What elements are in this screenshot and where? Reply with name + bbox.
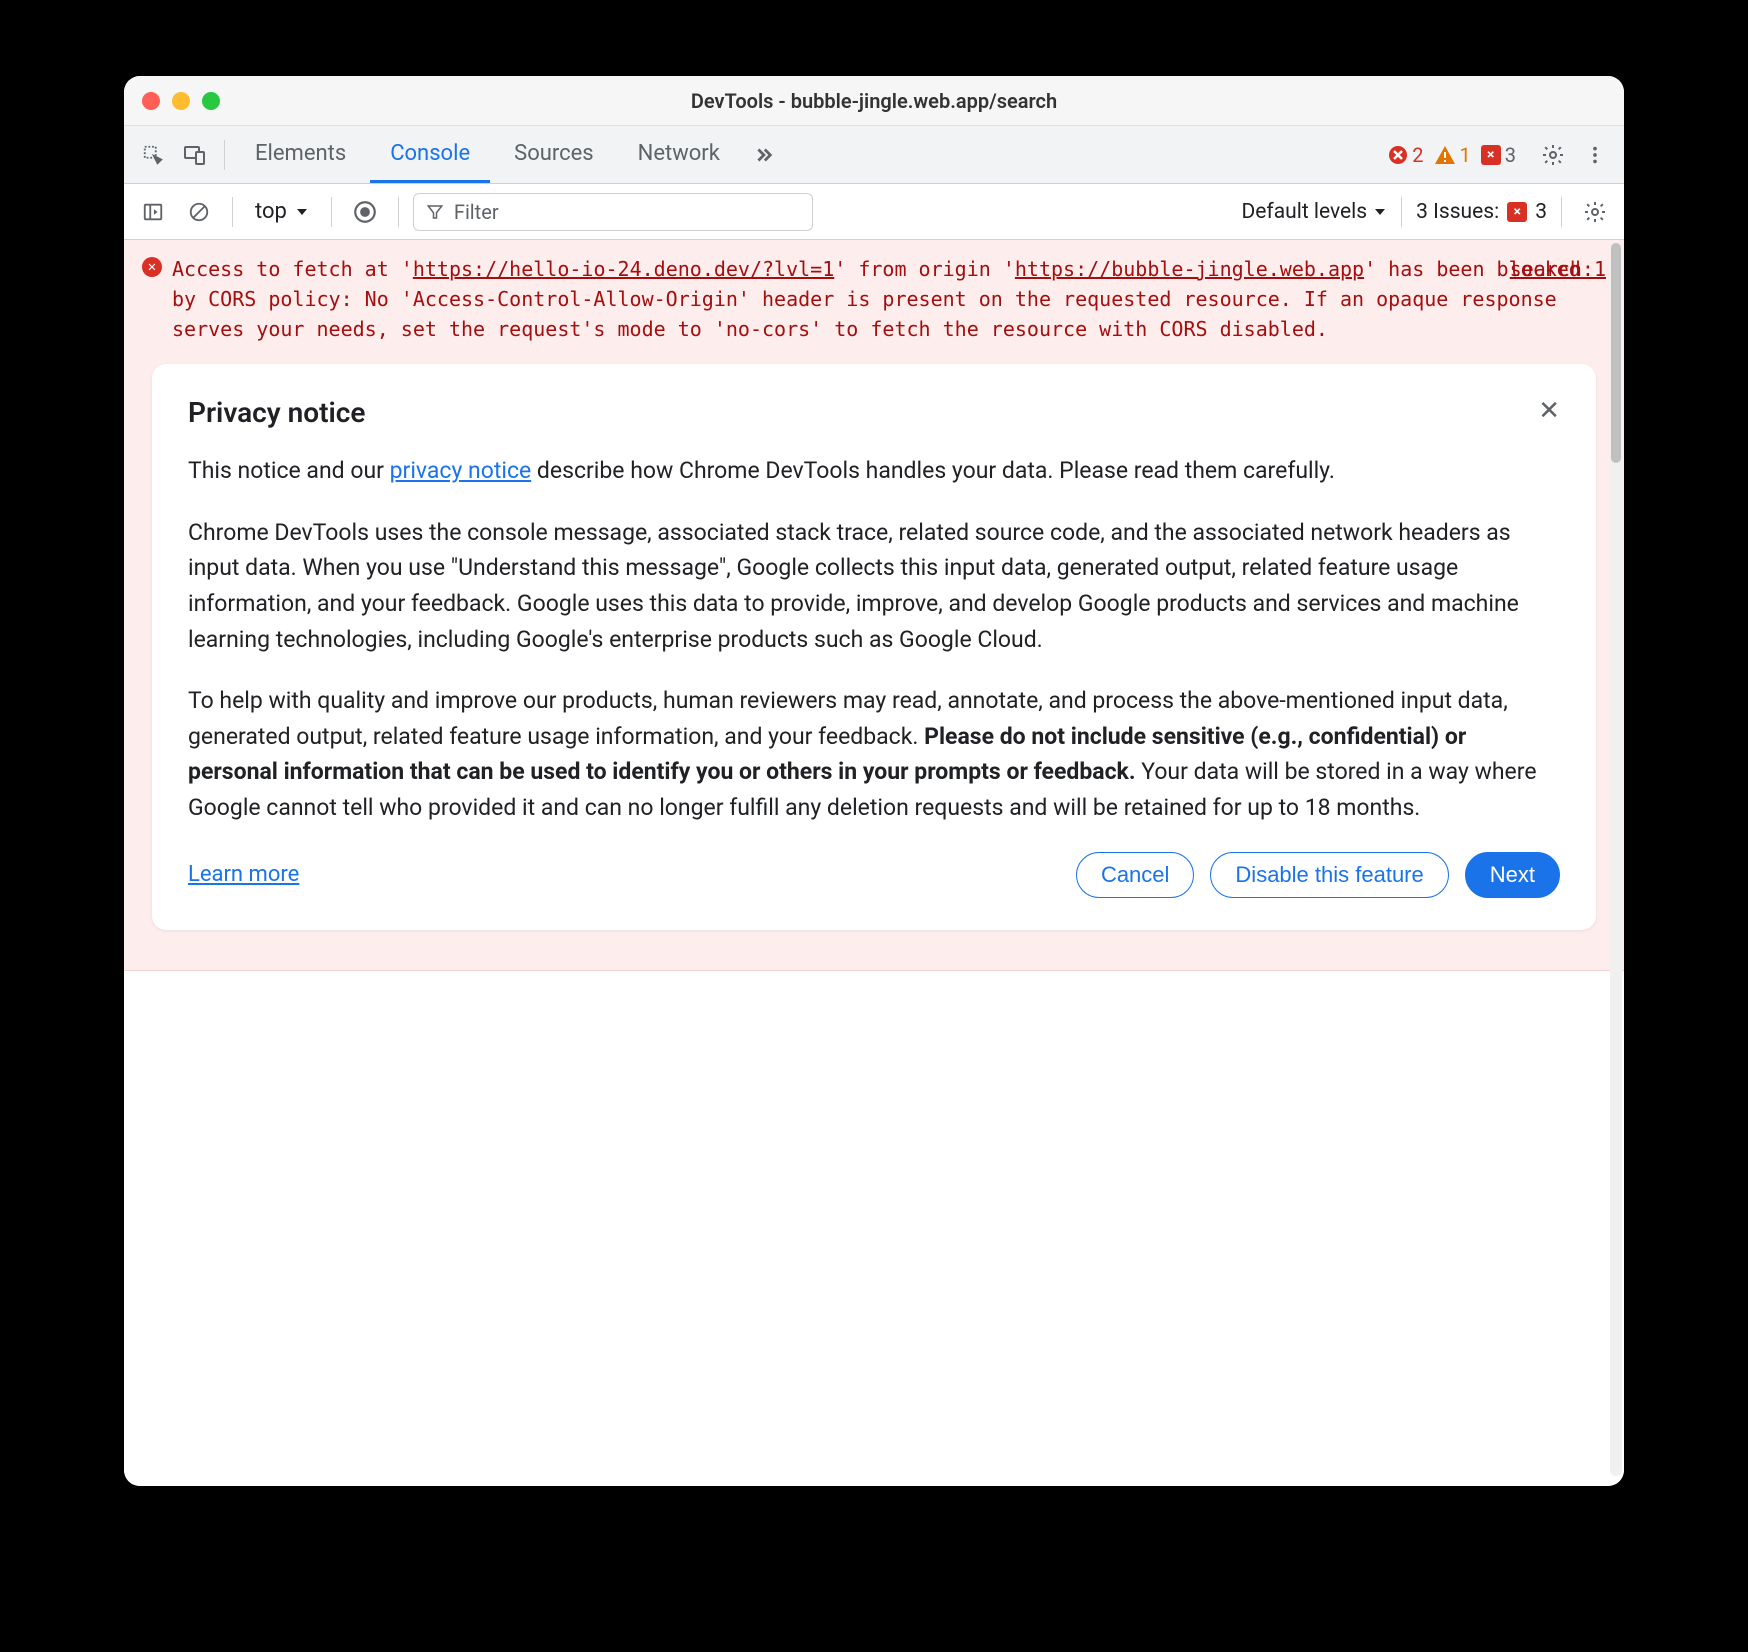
scrollbar[interactable] bbox=[1610, 242, 1622, 1476]
divider bbox=[398, 197, 399, 227]
disable-feature-button[interactable]: Disable this feature bbox=[1210, 852, 1448, 898]
error-count: 2 bbox=[1412, 143, 1423, 167]
filter-input[interactable]: Filter bbox=[413, 193, 813, 231]
divider bbox=[1561, 197, 1562, 227]
chevron-down-icon bbox=[295, 205, 309, 219]
divider bbox=[331, 197, 332, 227]
settings-icon[interactable] bbox=[1534, 136, 1572, 174]
tab-network[interactable]: Network bbox=[618, 127, 740, 183]
filter-icon bbox=[426, 203, 444, 221]
error-url-2[interactable]: https://bubble-jingle.web.app bbox=[1015, 257, 1364, 281]
message-count-badge[interactable]: × 3 bbox=[1481, 143, 1516, 167]
privacy-notice-link[interactable]: privacy notice bbox=[390, 457, 532, 484]
more-tabs-icon[interactable] bbox=[744, 136, 782, 174]
log-levels-selector[interactable]: Default levels bbox=[1242, 200, 1388, 224]
error-source-link[interactable]: search:1 bbox=[1510, 254, 1606, 284]
notice-title: Privacy notice bbox=[188, 396, 365, 429]
warning-count-badge[interactable]: 1 bbox=[1434, 143, 1471, 167]
main-tabstrip: Elements Console Sources Network 2 1 × 3 bbox=[124, 126, 1624, 184]
console-toolbar: top Filter Default levels 3 Issues: × 3 bbox=[124, 184, 1624, 240]
message-icon: × bbox=[1481, 145, 1501, 165]
live-expression-icon[interactable] bbox=[346, 193, 384, 231]
notice-intro-post: describe how Chrome DevTools handles you… bbox=[531, 457, 1335, 484]
context-label: top bbox=[255, 199, 287, 224]
inspect-icon[interactable] bbox=[134, 136, 172, 174]
devtools-window: DevTools - bubble-jingle.web.app/search … bbox=[124, 76, 1624, 1486]
window-zoom-button[interactable] bbox=[202, 92, 220, 110]
warning-count: 1 bbox=[1460, 143, 1471, 167]
filter-placeholder: Filter bbox=[454, 200, 499, 224]
notice-paragraph-2: Chrome DevTools uses the console message… bbox=[188, 515, 1560, 658]
titlebar: DevTools - bubble-jingle.web.app/search bbox=[124, 76, 1624, 126]
error-text-pre: Access to fetch at ' bbox=[172, 257, 413, 281]
issues-icon: × bbox=[1507, 202, 1527, 222]
levels-label: Default levels bbox=[1242, 200, 1368, 224]
error-url-1[interactable]: https://hello-io-24.deno.dev/?lvl=1 bbox=[413, 257, 834, 281]
console-error-row[interactable]: ✕ search:1 Access to fetch at 'https://h… bbox=[124, 240, 1624, 971]
tab-console[interactable]: Console bbox=[370, 127, 490, 183]
divider bbox=[1401, 197, 1402, 227]
notice-intro-pre: This notice and our bbox=[188, 457, 390, 484]
close-icon[interactable]: ✕ bbox=[1538, 396, 1560, 426]
status-badges[interactable]: 2 1 × 3 bbox=[1388, 143, 1516, 167]
error-icon: ✕ bbox=[142, 257, 162, 277]
next-button[interactable]: Next bbox=[1465, 852, 1560, 898]
clear-console-icon[interactable] bbox=[180, 193, 218, 231]
learn-more-link[interactable]: Learn more bbox=[188, 862, 299, 887]
message-count: 3 bbox=[1505, 143, 1516, 167]
issues-count: 3 bbox=[1535, 200, 1547, 224]
tab-elements[interactable]: Elements bbox=[235, 127, 366, 183]
console-settings-icon[interactable] bbox=[1576, 193, 1614, 231]
chevron-down-icon bbox=[1373, 205, 1387, 219]
error-count-badge[interactable]: 2 bbox=[1388, 143, 1423, 167]
notice-body: This notice and our privacy notice descr… bbox=[188, 453, 1560, 826]
window-close-button[interactable] bbox=[142, 92, 160, 110]
device-toolbar-icon[interactable] bbox=[176, 136, 214, 174]
window-title: DevTools - bubble-jingle.web.app/search bbox=[124, 89, 1624, 113]
window-minimize-button[interactable] bbox=[172, 92, 190, 110]
console-body: ✕ search:1 Access to fetch at 'https://h… bbox=[124, 240, 1624, 1486]
divider bbox=[232, 197, 233, 227]
error-message: ✕ search:1 Access to fetch at 'https://h… bbox=[142, 254, 1606, 344]
privacy-notice-card: Privacy notice ✕ This notice and our pri… bbox=[152, 364, 1596, 930]
notice-footer: Learn more Cancel Disable this feature N… bbox=[188, 852, 1560, 898]
issues-button[interactable]: 3 Issues: × 3 bbox=[1416, 200, 1547, 224]
toggle-sidebar-icon[interactable] bbox=[134, 193, 172, 231]
cancel-button[interactable]: Cancel bbox=[1076, 852, 1194, 898]
error-text-mid: ' from origin ' bbox=[834, 257, 1015, 281]
tab-sources[interactable]: Sources bbox=[494, 127, 614, 183]
context-selector[interactable]: top bbox=[247, 195, 317, 228]
divider bbox=[224, 140, 225, 170]
issues-label: 3 Issues: bbox=[1416, 200, 1499, 224]
traffic-lights bbox=[142, 92, 220, 110]
kebab-menu-icon[interactable] bbox=[1576, 136, 1614, 174]
